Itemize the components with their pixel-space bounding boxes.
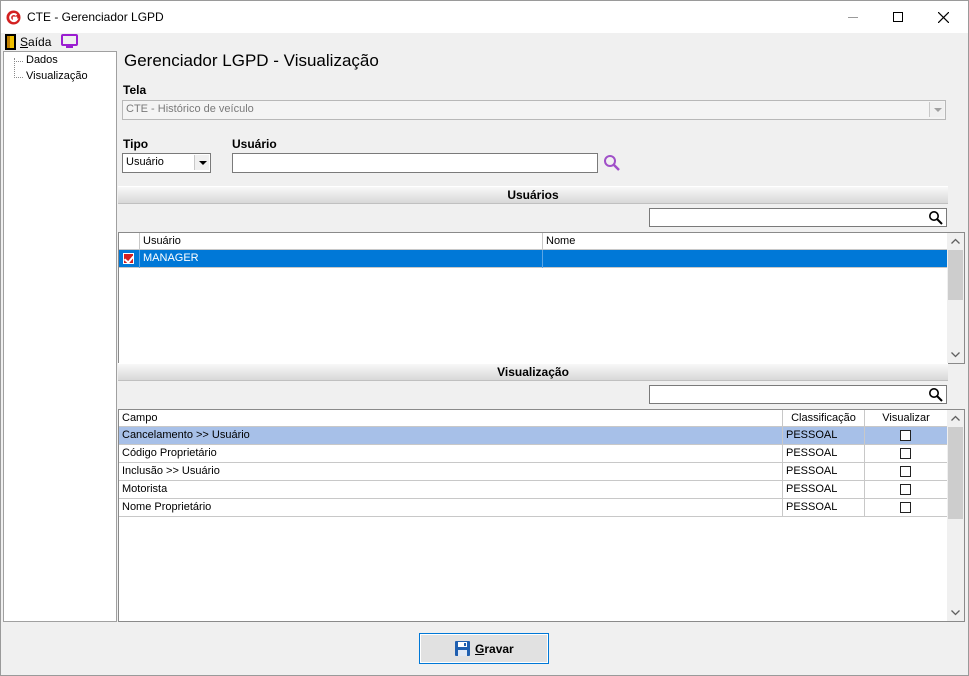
usuarios-grid-header: Usuário Nome xyxy=(119,233,949,250)
cell-campo: Cancelamento >> Usuário xyxy=(119,427,783,445)
visualizar-checkbox[interactable] xyxy=(900,502,911,513)
menu-exit[interactable]: Saída xyxy=(20,35,51,49)
tela-select[interactable]: CTE - Histórico de veículo xyxy=(122,100,946,120)
search-icon[interactable] xyxy=(928,387,943,402)
visualizacao-grid-header: Campo Classificação Visualizar xyxy=(119,410,947,427)
visualizar-checkbox[interactable] xyxy=(900,484,911,495)
tree-item-visualizacao[interactable]: Visualização xyxy=(26,70,88,82)
row-checkbox-cell[interactable] xyxy=(119,250,140,268)
search-icon[interactable] xyxy=(928,210,943,225)
cell-visualizar xyxy=(865,463,947,481)
table-row[interactable]: Nome Proprietário PESSOAL xyxy=(119,499,947,517)
usuarios-filter-input[interactable] xyxy=(649,208,947,227)
table-row[interactable]: Código Proprietário PESSOAL xyxy=(119,445,947,463)
monitor-icon[interactable] xyxy=(61,34,78,49)
tipo-label: Tipo xyxy=(123,137,149,151)
cell-classificacao: PESSOAL xyxy=(783,499,865,517)
scroll-thumb[interactable] xyxy=(948,250,963,300)
cell-usuario: MANAGER xyxy=(140,250,543,268)
cell-visualizar xyxy=(865,445,947,463)
column-header-campo[interactable]: Campo xyxy=(119,410,783,427)
table-row[interactable]: MANAGER xyxy=(119,250,949,268)
chevron-down-icon xyxy=(194,155,209,170)
close-icon xyxy=(937,11,949,23)
column-header-classificacao[interactable]: Classificação xyxy=(783,410,865,427)
save-button[interactable]: Gravar xyxy=(419,633,549,664)
cell-nome xyxy=(543,250,949,268)
header-indicator-cell xyxy=(119,233,140,250)
visualizacao-grid: Campo Classificação Visualizar Cancelame… xyxy=(118,409,965,622)
tree-connector xyxy=(14,61,23,62)
table-row[interactable]: Inclusão >> Usuário PESSOAL xyxy=(119,463,947,481)
minimize-icon xyxy=(848,17,858,18)
scroll-down-icon[interactable] xyxy=(947,346,964,363)
maximize-button[interactable] xyxy=(875,1,921,33)
exit-door-icon xyxy=(5,34,16,50)
menu-bar: Saída xyxy=(1,33,968,51)
visualizar-checkbox[interactable] xyxy=(900,430,911,441)
cell-visualizar xyxy=(865,499,947,517)
scroll-thumb[interactable] xyxy=(948,427,963,519)
page-title: Gerenciador LGPD - Visualização xyxy=(124,51,379,70)
tela-select-value: CTE - Histórico de veículo xyxy=(126,103,254,115)
scroll-up-icon[interactable] xyxy=(947,233,964,250)
table-row[interactable]: Motorista PESSOAL xyxy=(119,481,947,499)
column-header-usuario[interactable]: Usuário xyxy=(140,233,543,250)
menu-exit-label: aída xyxy=(28,35,52,49)
visualizar-checkbox[interactable] xyxy=(900,466,911,477)
cell-campo: Inclusão >> Usuário xyxy=(119,463,783,481)
usuario-label: Usuário xyxy=(232,137,277,151)
usuarios-section-header: Usuários xyxy=(118,186,948,204)
tipo-select-value: Usuário xyxy=(126,156,164,168)
navigation-tree: Dados Visualização xyxy=(3,51,117,622)
column-header-nome[interactable]: Nome xyxy=(543,233,949,250)
cell-classificacao: PESSOAL xyxy=(783,445,865,463)
visualizacao-section-header: Visualização xyxy=(118,363,948,381)
maximize-icon xyxy=(893,12,903,22)
save-accel: G xyxy=(475,642,485,656)
visualizacao-filter-input[interactable] xyxy=(649,385,947,404)
tree-item-dados[interactable]: Dados xyxy=(26,54,58,66)
app-logo-icon xyxy=(6,10,21,25)
usuario-input[interactable] xyxy=(232,153,598,173)
tipo-select[interactable]: Usuário xyxy=(122,153,211,173)
title-bar: CTE - Gerenciador LGPD xyxy=(1,1,968,33)
cell-campo: Código Proprietário xyxy=(119,445,783,463)
cell-campo: Motorista xyxy=(119,481,783,499)
close-button[interactable] xyxy=(920,1,966,33)
table-row[interactable]: Cancelamento >> Usuário PESSOAL xyxy=(119,427,947,445)
search-icon[interactable] xyxy=(602,154,622,172)
usuarios-grid: Usuário Nome MANAGER xyxy=(118,232,965,364)
chevron-down-icon xyxy=(929,102,944,117)
cell-campo: Nome Proprietário xyxy=(119,499,783,517)
cell-classificacao: PESSOAL xyxy=(783,481,865,499)
checked-checkbox[interactable] xyxy=(123,253,134,264)
floppy-disk-icon xyxy=(455,641,470,656)
scroll-down-icon[interactable] xyxy=(947,604,964,621)
minimize-button[interactable] xyxy=(830,1,876,33)
save-label-rest: ravar xyxy=(484,642,514,656)
tree-connector xyxy=(14,77,23,78)
cell-classificacao: PESSOAL xyxy=(783,463,865,481)
visualizar-checkbox[interactable] xyxy=(900,448,911,459)
scroll-up-icon[interactable] xyxy=(947,410,964,427)
usuarios-scrollbar[interactable] xyxy=(947,233,964,363)
column-header-visualizar[interactable]: Visualizar xyxy=(865,410,947,427)
visualizacao-scrollbar[interactable] xyxy=(947,410,964,621)
tela-label: Tela xyxy=(123,83,147,97)
cell-visualizar xyxy=(865,427,947,445)
cell-classificacao: PESSOAL xyxy=(783,427,865,445)
window-title: CTE - Gerenciador LGPD xyxy=(27,10,164,24)
menu-exit-accel: S xyxy=(20,35,29,49)
save-button-label: Gravar xyxy=(475,642,514,656)
cell-visualizar xyxy=(865,481,947,499)
app-window: CTE - Gerenciador LGPD Saída Dados Visua… xyxy=(0,0,969,676)
